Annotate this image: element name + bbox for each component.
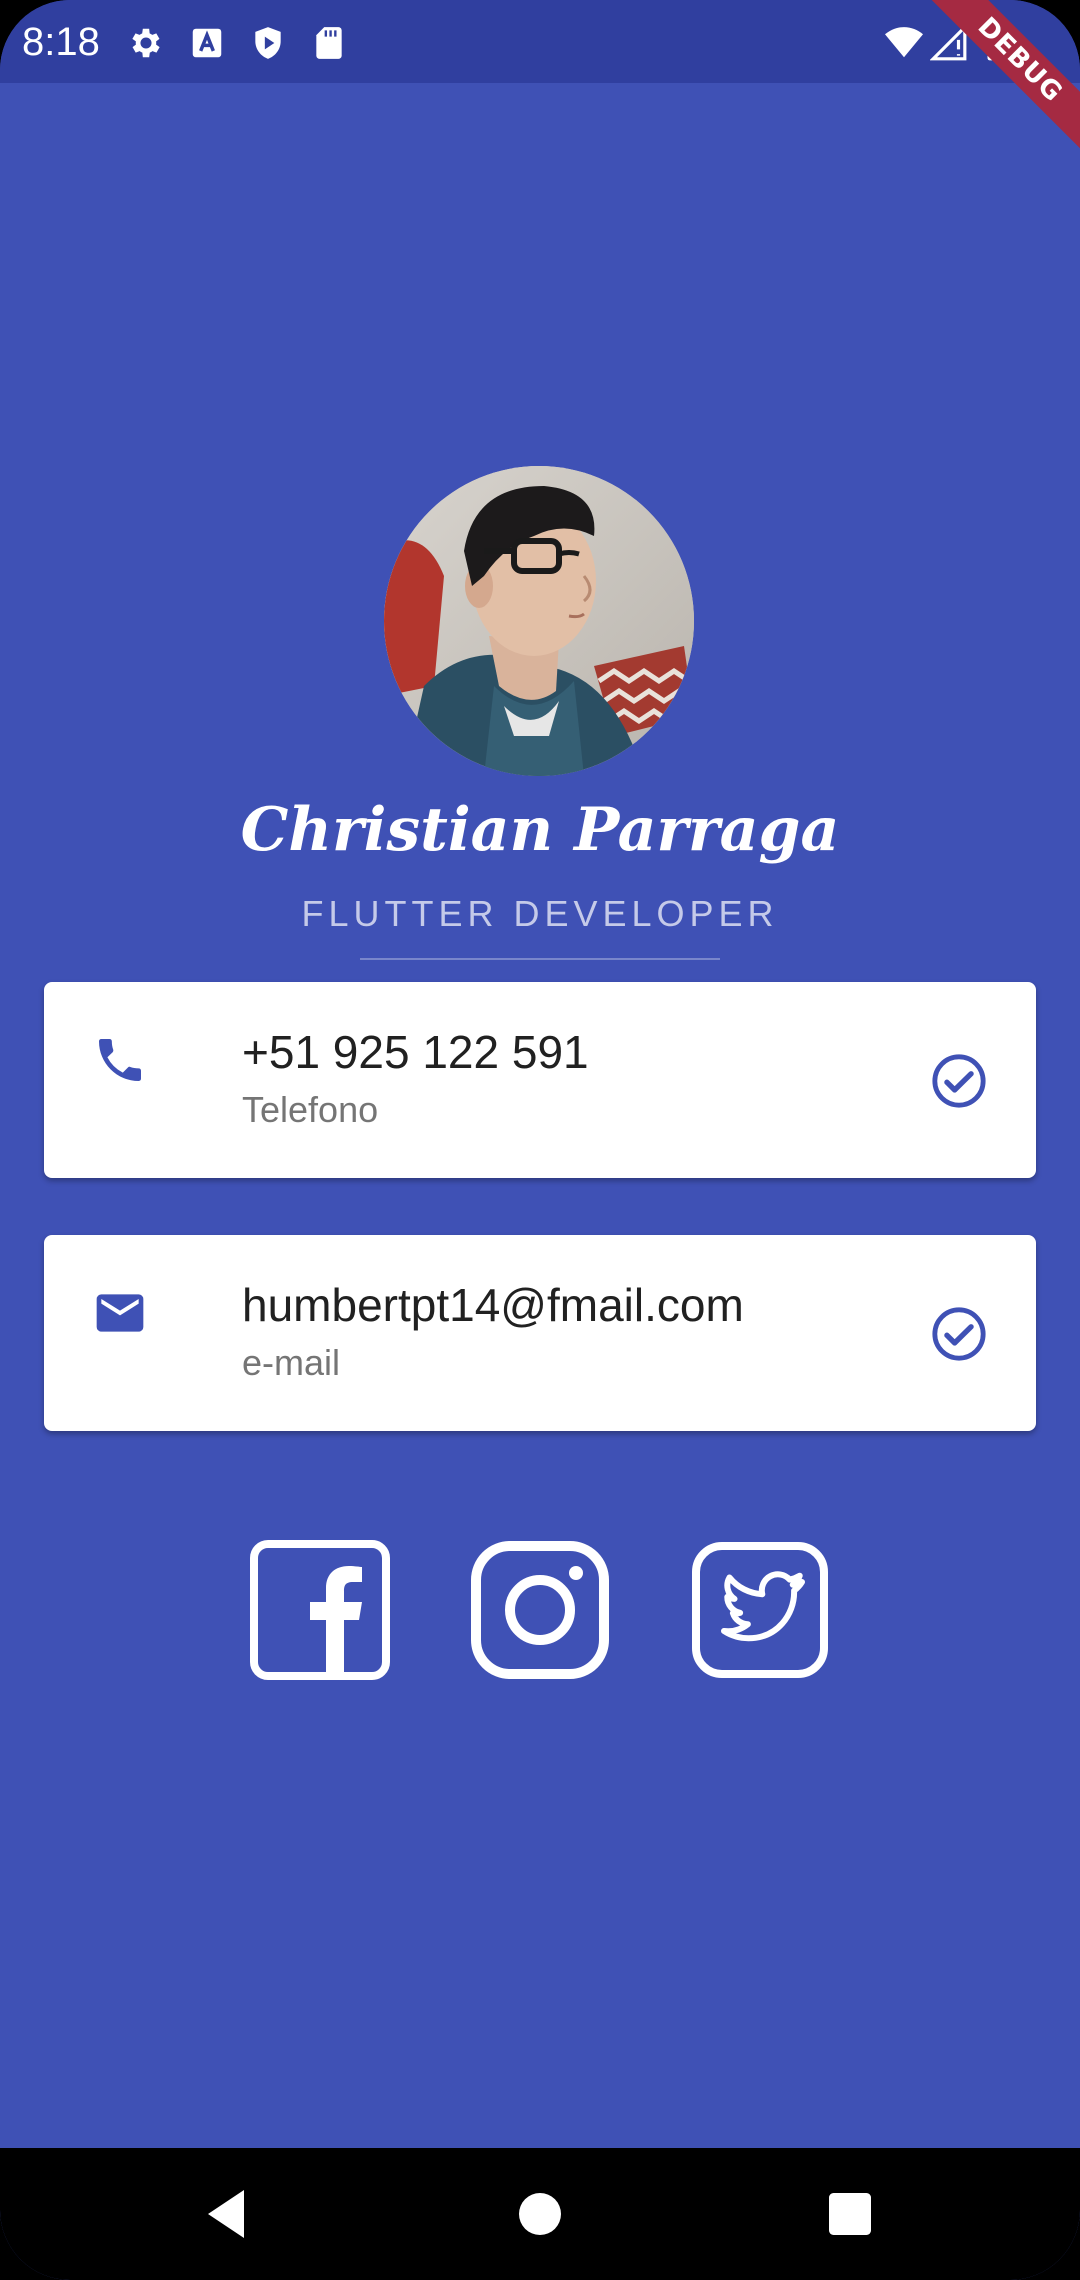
a-icon: [192, 28, 222, 58]
wifi-icon: [885, 27, 923, 58]
facebook-icon[interactable]: [250, 1540, 390, 1680]
contact-card-phone[interactable]: +51 925 122 591 Telefono: [44, 982, 1036, 1178]
contact-label: Telefono: [242, 1089, 379, 1130]
profile-role: FLUTTER DEVELOPER: [301, 893, 779, 934]
status-bar: 8:18 DEBUG: [0, 0, 1080, 167]
avatar: [384, 466, 694, 776]
profile-name: Christian Parraga: [240, 795, 840, 865]
back-button[interactable]: [190, 2178, 262, 2250]
contact-label: e-mail: [242, 1342, 341, 1383]
recents-button[interactable]: [814, 2178, 886, 2250]
contact-card-email[interactable]: humbertpt14@fmail.com e-mail: [44, 1235, 1036, 1431]
check-circle-icon[interactable]: [930, 1052, 988, 1110]
status-time: 8:18: [22, 20, 100, 64]
settings-icon: [132, 28, 160, 58]
navigation-bar: [0, 2148, 1080, 2280]
divider: [360, 958, 720, 960]
app-screen: 8:18 DEBUG Christian Parraga FLUTTER DEV…: [0, 0, 1080, 2280]
sd-card-icon: [316, 27, 342, 59]
shield-play-icon: [255, 27, 281, 59]
check-circle-icon[interactable]: [930, 1305, 988, 1363]
profile-photo: [384, 466, 694, 776]
twitter-icon[interactable]: [690, 1540, 830, 1680]
phone-icon: [99, 1039, 141, 1081]
contact-value: humbertpt14@fmail.com: [242, 1279, 744, 1331]
contact-value: +51 925 122 591: [242, 1026, 589, 1078]
mail-icon: [96, 1294, 144, 1332]
instagram-icon[interactable]: [470, 1540, 610, 1680]
home-button[interactable]: [504, 2178, 576, 2250]
